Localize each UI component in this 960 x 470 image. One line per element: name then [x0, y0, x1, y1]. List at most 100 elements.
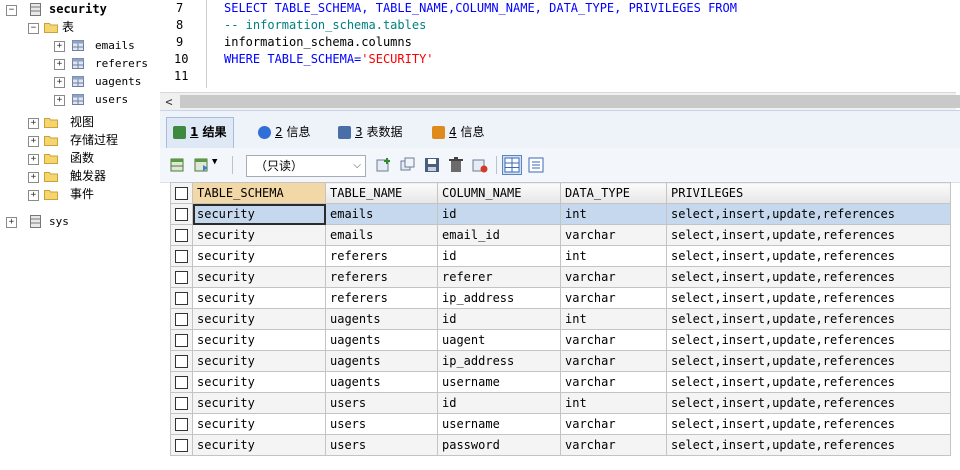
table-cell[interactable]: select,insert,update,references — [666, 371, 951, 393]
row-checkbox-cell[interactable] — [170, 329, 193, 351]
row-checkbox-cell[interactable] — [170, 434, 193, 456]
table-cell[interactable]: varchar — [560, 266, 667, 288]
checkbox-icon[interactable] — [175, 334, 188, 347]
tree-node-table-users[interactable]: + users — [0, 91, 156, 108]
tree-node-security[interactable]: − security — [0, 1, 156, 18]
table-cell[interactable]: varchar — [560, 371, 667, 393]
table-cell[interactable]: username — [437, 371, 561, 393]
row-checkbox-cell[interactable] — [170, 413, 193, 435]
table-cell[interactable]: uagents — [325, 308, 438, 330]
tree-node-triggers[interactable]: + 触发器 — [0, 168, 156, 185]
table-cell[interactable]: referer — [437, 266, 561, 288]
table-row[interactable]: security emails id int select,insert,update,… — [170, 203, 951, 225]
table-cell[interactable]: id — [437, 392, 561, 414]
table-cell[interactable]: ip_address — [437, 287, 561, 309]
table-cell[interactable]: emails — [325, 203, 438, 225]
table-cell[interactable]: varchar — [560, 329, 667, 351]
tab-results[interactable]: 1 结果 — [166, 117, 234, 148]
table-cell[interactable]: security — [192, 329, 326, 351]
row-checkbox-cell[interactable] — [170, 287, 193, 309]
checkbox-icon[interactable] — [175, 208, 188, 221]
checkbox-icon[interactable] — [175, 250, 188, 263]
table-cell[interactable]: password — [437, 434, 561, 456]
tree-node-tables[interactable]: − 表 — [0, 19, 156, 36]
column-header[interactable]: TABLE_SCHEMA — [192, 182, 326, 204]
table-cell[interactable]: users — [325, 413, 438, 435]
row-checkbox-cell[interactable] — [170, 350, 193, 372]
table-cell[interactable]: security — [192, 224, 326, 246]
table-cell[interactable]: uagents — [325, 350, 438, 372]
code-line-8[interactable]: -- information_schema.tables — [224, 17, 426, 34]
table-cell[interactable]: security — [192, 434, 326, 456]
table-cell[interactable]: users — [325, 434, 438, 456]
table-cell[interactable]: username — [437, 413, 561, 435]
table-cell[interactable]: select,insert,update,references — [666, 245, 951, 267]
table-row[interactable]: security users username varchar select,inser… — [170, 413, 951, 435]
tree-node-views[interactable]: + 视图 — [0, 114, 156, 131]
table-cell[interactable]: select,insert,update,references — [666, 224, 951, 246]
dropdown-arrow-icon[interactable]: ▼ — [212, 157, 217, 167]
expand-toggle-icon[interactable]: + — [28, 154, 39, 165]
checkbox-icon[interactable] — [175, 187, 188, 200]
table-cell[interactable]: select,insert,update,references — [666, 329, 951, 351]
table-cell[interactable]: select,insert,update,references — [666, 434, 951, 456]
form-view-icon[interactable] — [528, 157, 544, 173]
code-line-10[interactable]: WHERE TABLE_SCHEMA='SECURITY' — [224, 51, 434, 68]
table-cell[interactable]: select,insert,update,references — [666, 413, 951, 435]
table-row[interactable]: security emails email_id varchar select,inse… — [170, 224, 951, 246]
cancel-changes-icon[interactable] — [472, 157, 488, 173]
table-cell[interactable]: select,insert,update,references — [666, 392, 951, 414]
table-cell[interactable]: referers — [325, 245, 438, 267]
expand-toggle-icon[interactable]: + — [28, 172, 39, 183]
column-header[interactable]: DATA_TYPE — [560, 182, 667, 204]
row-checkbox-cell[interactable] — [170, 371, 193, 393]
row-checkbox-cell[interactable] — [170, 203, 193, 225]
tree-node-functions[interactable]: + 函数 — [0, 150, 156, 167]
table-row[interactable]: security referers id int select,insert,updat… — [170, 245, 951, 267]
column-header[interactable]: TABLE_NAME — [325, 182, 438, 204]
collapse-toggle-icon[interactable]: − — [6, 5, 17, 16]
expand-toggle-icon[interactable]: + — [28, 118, 39, 129]
table-cell[interactable]: security — [192, 287, 326, 309]
export-icon[interactable] — [170, 157, 186, 173]
checkbox-icon[interactable] — [175, 397, 188, 410]
expand-toggle-icon[interactable]: + — [28, 136, 39, 147]
result-mode-select[interactable]: （只读） ⌵ — [246, 155, 366, 177]
table-cell[interactable]: varchar — [560, 434, 667, 456]
sql-editor[interactable]: 7 8 9 10 11 SELECT TABLE_SCHEMA, TABLE_N… — [160, 0, 960, 111]
table-row[interactable]: security uagents ip_address varchar select,i… — [170, 350, 951, 372]
column-header[interactable]: PRIVILEGES — [666, 182, 951, 204]
insert-row-icon[interactable] — [376, 157, 392, 173]
table-row[interactable]: security uagents id int select,insert,update… — [170, 308, 951, 330]
row-checkbox-cell[interactable] — [170, 392, 193, 414]
checkbox-icon[interactable] — [175, 439, 188, 452]
row-checkbox-cell[interactable] — [170, 308, 193, 330]
table-cell[interactable]: select,insert,update,references — [666, 266, 951, 288]
table-cell[interactable]: int — [560, 245, 667, 267]
checkbox-icon[interactable] — [175, 229, 188, 242]
table-cell[interactable]: security — [192, 245, 326, 267]
tree-node-table-referers[interactable]: + referers — [0, 55, 156, 72]
checkbox-icon[interactable] — [175, 313, 188, 326]
checkbox-icon[interactable] — [175, 271, 188, 284]
table-cell[interactable]: varchar — [560, 224, 667, 246]
scrollbar-thumb[interactable] — [180, 95, 960, 108]
tree-node-table-uagents[interactable]: + uagents — [0, 73, 156, 90]
table-cell[interactable]: varchar — [560, 287, 667, 309]
tab-info[interactable]: 4 信息 — [426, 119, 490, 145]
tab-messages[interactable]: 2 信息 — [252, 119, 316, 145]
tree-node-events[interactable]: + 事件 — [0, 186, 156, 203]
result-grid[interactable]: TABLE_SCHEMA TABLE_NAME COLUMN_NAME DATA… — [170, 182, 960, 470]
tree-node-sys[interactable]: + sys — [0, 213, 156, 230]
checkbox-icon[interactable] — [175, 376, 188, 389]
table-row[interactable]: security users id int select,insert,update,r… — [170, 392, 951, 414]
save-icon[interactable] — [424, 157, 440, 173]
row-checkbox-cell[interactable] — [170, 224, 193, 246]
expand-toggle-icon[interactable]: + — [28, 190, 39, 201]
delete-icon[interactable] — [448, 157, 464, 173]
table-cell[interactable]: varchar — [560, 413, 667, 435]
table-cell[interactable]: security — [192, 308, 326, 330]
table-cell[interactable]: security — [192, 371, 326, 393]
table-cell[interactable]: select,insert,update,references — [666, 308, 951, 330]
grid-view-icon[interactable] — [502, 155, 522, 175]
